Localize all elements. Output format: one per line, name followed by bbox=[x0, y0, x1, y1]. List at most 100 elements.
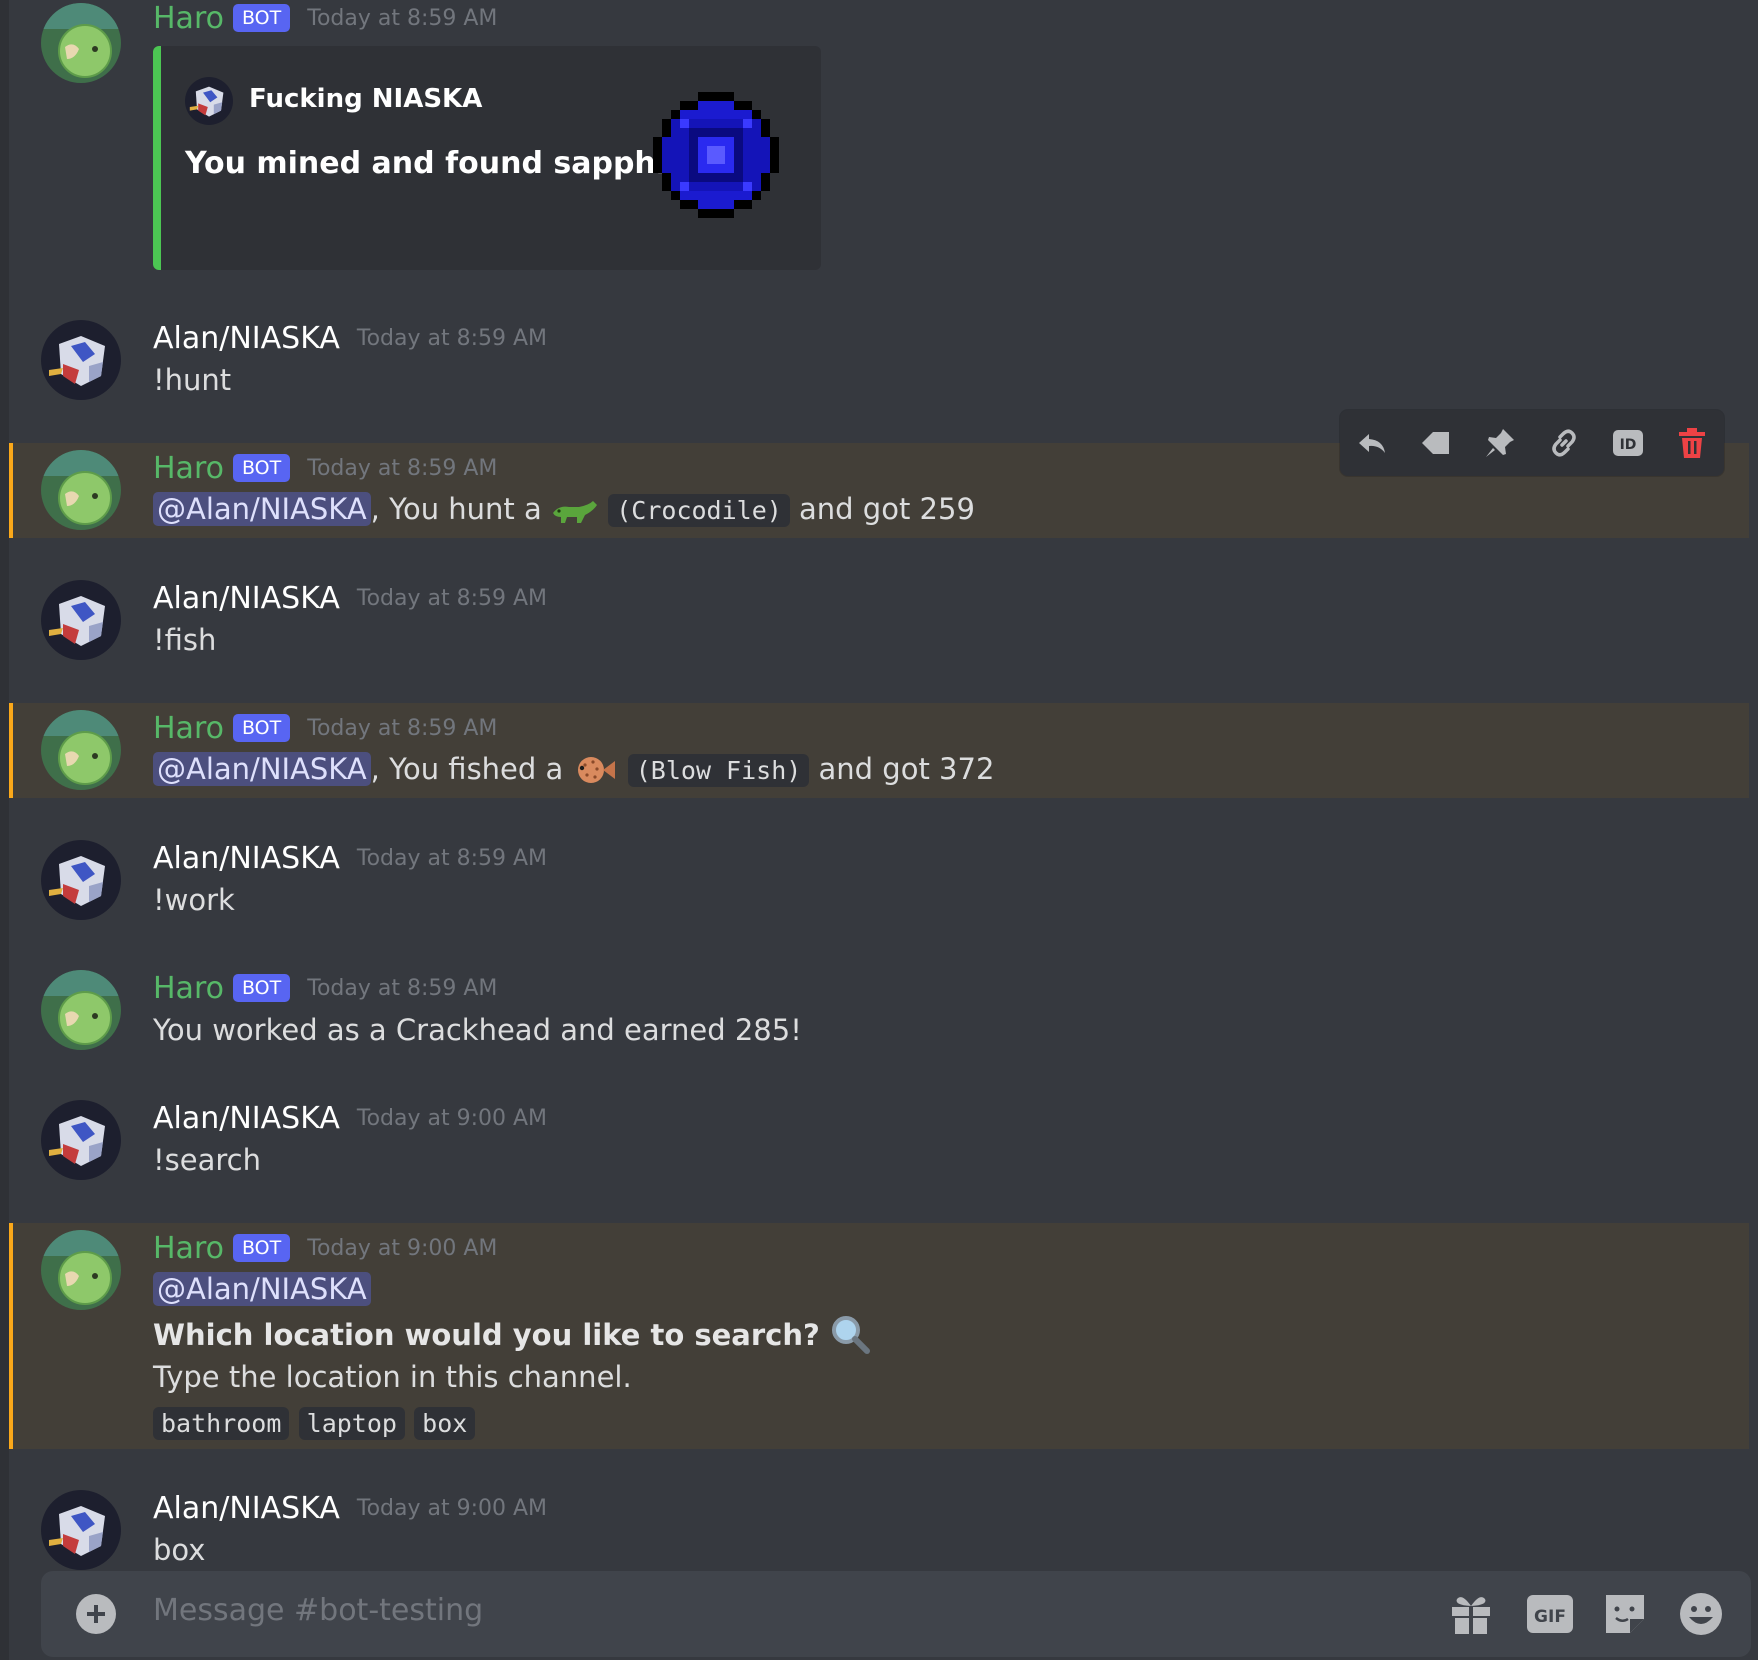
message-list: Haro BOT Today at 8:59 AM Fucking NIASKA… bbox=[9, 0, 1758, 1572]
bot-badge: BOT bbox=[232, 1234, 291, 1262]
message-text: !work bbox=[153, 883, 235, 917]
message-text-part: , You fished a bbox=[370, 752, 564, 786]
message-text: !hunt bbox=[153, 363, 232, 397]
bot-badge: BOT bbox=[232, 4, 291, 32]
emoji-button[interactable] bbox=[1678, 1591, 1724, 1637]
avatar[interactable] bbox=[41, 840, 121, 920]
message-text-part: , You hunt a bbox=[370, 492, 542, 526]
timestamp: Today at 8:59 AM bbox=[356, 585, 548, 611]
timestamp: Today at 8:59 AM bbox=[307, 455, 498, 481]
user-mention[interactable]: @Alan/NIASKA bbox=[153, 1272, 371, 1306]
message-input[interactable]: Message #bot-testing bbox=[153, 1593, 483, 1628]
gif-icon: GIF bbox=[1527, 1595, 1573, 1633]
avatar[interactable] bbox=[41, 580, 121, 660]
username[interactable]: Alan/NIASKA bbox=[153, 1101, 340, 1136]
crocodile-icon bbox=[553, 501, 598, 523]
embed-card: Fucking NIASKA You mined and found sapph… bbox=[153, 46, 821, 270]
message-question-line: Which location would you like to search? bbox=[153, 1313, 871, 1355]
bot-badge: BOT bbox=[232, 714, 291, 742]
timestamp: Today at 9:00 AM bbox=[307, 1235, 498, 1261]
avatar[interactable] bbox=[41, 1490, 121, 1570]
gift-button[interactable] bbox=[1448, 1591, 1494, 1637]
timestamp: Today at 9:00 AM bbox=[356, 1105, 548, 1131]
message-item: Alan/NIASKA Today at 8:59 AM !work bbox=[9, 826, 1749, 946]
embed-author: Fucking NIASKA bbox=[249, 84, 483, 114]
emoji-icon bbox=[1680, 1593, 1722, 1635]
timestamp: Today at 8:59 AM bbox=[307, 715, 498, 741]
username[interactable]: Alan/NIASKA bbox=[153, 841, 340, 876]
pin-button[interactable] bbox=[1476, 419, 1524, 467]
tag-icon bbox=[1422, 432, 1449, 454]
avatar[interactable] bbox=[41, 1100, 121, 1180]
message-text-part: and got 259 bbox=[799, 492, 975, 526]
avatar[interactable] bbox=[41, 320, 121, 400]
search-options: bathroom laptop box bbox=[153, 1402, 476, 1444]
timestamp: Today at 8:59 AM bbox=[307, 5, 498, 31]
blowfish-icon bbox=[577, 757, 615, 783]
reply-icon bbox=[1359, 434, 1385, 453]
timestamp: Today at 8:59 AM bbox=[356, 325, 548, 351]
timestamp: Today at 8:59 AM bbox=[356, 845, 548, 871]
message-text: You worked as a Crackhead and earned 285… bbox=[153, 1013, 802, 1047]
embed-description: You mined and found sapphire bbox=[185, 146, 702, 181]
username[interactable]: Haro bbox=[153, 971, 224, 1006]
plus-icon bbox=[87, 1605, 105, 1623]
code-inline: (Crocodile) bbox=[608, 494, 790, 527]
user-mention[interactable]: @Alan/NIASKA bbox=[153, 492, 371, 526]
timestamp: Today at 9:00 AM bbox=[356, 1495, 548, 1521]
avatar[interactable] bbox=[41, 3, 121, 83]
copy-link-button[interactable] bbox=[1540, 419, 1588, 467]
username[interactable]: Haro bbox=[153, 1231, 224, 1266]
delete-button[interactable] bbox=[1668, 419, 1716, 467]
trash-icon bbox=[1679, 428, 1705, 458]
username[interactable]: Alan/NIASKA bbox=[153, 581, 340, 616]
gift-icon bbox=[1452, 1597, 1490, 1634]
left-edge-strip bbox=[0, 0, 9, 1660]
avatar[interactable] bbox=[41, 1230, 121, 1310]
message-item: Haro BOT Today at 8:59 AM @Alan/NIASKA, … bbox=[9, 703, 1749, 798]
message-item: Haro BOT Today at 9:00 AM @Alan/NIASKA W… bbox=[9, 1223, 1749, 1449]
bot-badge: BOT bbox=[232, 454, 291, 482]
message-actions-toolbar: ID bbox=[1340, 410, 1724, 476]
username[interactable]: Alan/NIASKA bbox=[153, 1491, 340, 1526]
id-icon: ID bbox=[1613, 430, 1643, 456]
option-code: laptop bbox=[298, 1407, 405, 1440]
message-text-part: and got 372 bbox=[818, 752, 995, 786]
sticker-button[interactable] bbox=[1602, 1591, 1648, 1637]
upload-button[interactable] bbox=[76, 1594, 116, 1634]
message-item: Alan/NIASKA Today at 8:59 AM !hunt bbox=[9, 306, 1749, 426]
bot-badge: BOT bbox=[232, 974, 291, 1002]
embed-author-avatar bbox=[185, 77, 233, 125]
message-item: Alan/NIASKA Today at 9:00 AM !search bbox=[9, 1086, 1749, 1206]
message-text: !fish bbox=[153, 623, 217, 657]
username[interactable]: Haro bbox=[153, 1, 224, 36]
message-composer: Message #bot-testing GIF bbox=[41, 1571, 1751, 1657]
option-code: box bbox=[414, 1407, 476, 1440]
copy-id-button[interactable]: ID bbox=[1604, 419, 1652, 467]
message-text: !search bbox=[153, 1143, 261, 1177]
magnifier-icon bbox=[832, 1316, 871, 1354]
sticker-icon bbox=[1606, 1595, 1644, 1633]
message-mention-line: @Alan/NIASKA bbox=[153, 1269, 371, 1309]
username[interactable]: Haro bbox=[153, 711, 224, 746]
message-text: box bbox=[153, 1533, 206, 1567]
tag-button[interactable] bbox=[1412, 419, 1460, 467]
avatar[interactable] bbox=[41, 450, 121, 530]
user-mention[interactable]: @Alan/NIASKA bbox=[153, 752, 371, 786]
message-item: Haro BOT Today at 8:59 AM Fucking NIASKA… bbox=[9, 0, 1749, 290]
message-text: @Alan/NIASKA, You fished a (Blow Fish) a… bbox=[153, 749, 994, 791]
sapphire-icon bbox=[653, 92, 779, 218]
avatar[interactable] bbox=[41, 970, 121, 1050]
message-item: Alan/NIASKA Today at 9:00 AM box bbox=[9, 1476, 1749, 1572]
username[interactable]: Haro bbox=[153, 451, 224, 486]
message-text: @Alan/NIASKA, You hunt a (Crocodile) and… bbox=[153, 489, 975, 531]
username[interactable]: Alan/NIASKA bbox=[153, 321, 340, 356]
gif-button[interactable]: GIF bbox=[1527, 1591, 1573, 1637]
search-question: Which location would you like to search? bbox=[153, 1318, 820, 1352]
embed-accent-bar bbox=[153, 46, 161, 270]
timestamp: Today at 8:59 AM bbox=[307, 975, 498, 1001]
search-instruction: Type the location in this channel. bbox=[153, 1360, 632, 1394]
avatar[interactable] bbox=[41, 710, 121, 790]
code-inline: (Blow Fish) bbox=[627, 754, 810, 787]
reply-button[interactable] bbox=[1348, 419, 1396, 467]
